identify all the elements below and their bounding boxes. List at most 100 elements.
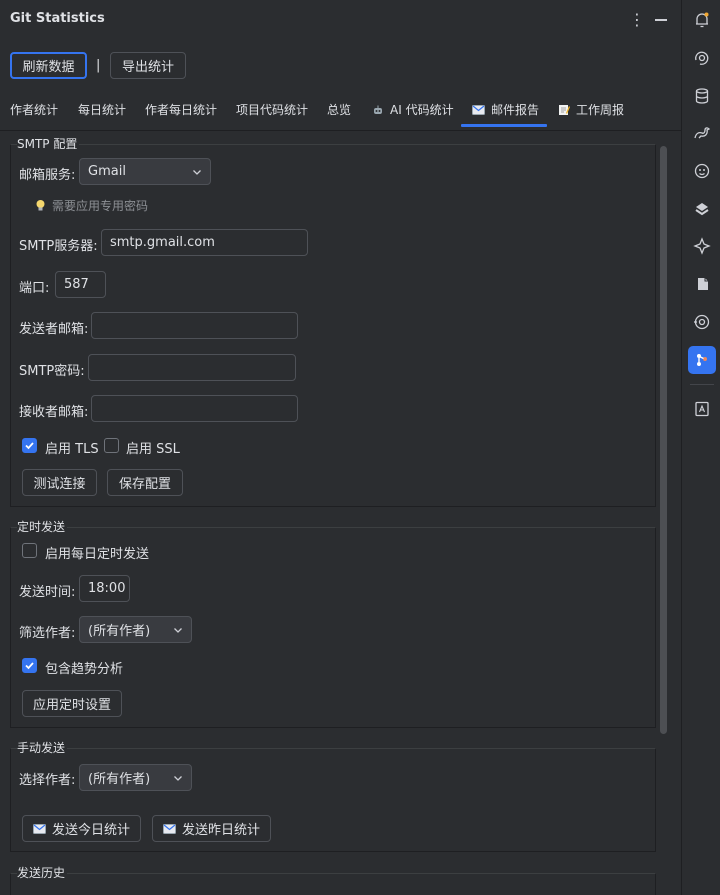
memo-icon — [558, 104, 570, 116]
chevron-down-icon — [173, 773, 183, 783]
robot-icon — [372, 104, 384, 116]
send-yesterday-label: 发送昨日统计 — [181, 823, 260, 838]
daily-schedule-checkbox[interactable] — [22, 543, 37, 558]
port-input[interactable]: 587 — [55, 271, 106, 298]
smtp-config-title: SMTP 配置 — [17, 135, 80, 152]
filter-author-select[interactable]: (所有作者) — [79, 616, 192, 643]
database-icon[interactable] — [688, 82, 716, 110]
tls-checkbox[interactable] — [22, 438, 37, 453]
checkmark-icon — [25, 442, 34, 450]
panel-title: Git Statistics — [10, 11, 105, 26]
tls-label: 启用 TLS — [45, 442, 99, 457]
sender-email-label: 发送者邮箱: — [19, 322, 89, 337]
select-author-value: (所有作者) — [88, 772, 151, 787]
trend-analysis-label: 包含趋势分析 — [45, 662, 124, 677]
receiver-email-input[interactable] — [91, 395, 298, 422]
tab-label: 项目代码统计 — [236, 103, 309, 117]
tab-weekly-report[interactable]: 工作周报 — [558, 101, 624, 118]
git-statistics-icon[interactable] — [688, 346, 716, 374]
tab-label: 作者每日统计 — [145, 103, 218, 117]
schedule-title: 定时发送 — [17, 518, 68, 535]
tab-bar: 作者统计 每日统计 作者每日统计 项目代码统计 总览 AI 代码统计 邮件报告 … — [0, 95, 681, 131]
export-button[interactable]: 导出统计 — [110, 52, 186, 79]
email-icon — [472, 104, 485, 115]
ssl-checkbox[interactable] — [104, 438, 119, 453]
tab-label: 作者统计 — [10, 103, 59, 117]
ssl-label: 启用 SSL — [126, 442, 180, 457]
apply-schedule-button[interactable]: 应用定时设置 — [22, 690, 122, 717]
sidebar-divider — [690, 384, 714, 385]
select-author-label: 选择作者: — [19, 773, 76, 788]
sender-email-input[interactable] — [91, 312, 298, 339]
send-time-label: 发送时间: — [19, 585, 76, 600]
send-history-title: 发送历史 — [17, 864, 68, 881]
smtp-server-value: smtp.gmail.com — [110, 235, 215, 250]
ai-spark-icon[interactable] — [688, 232, 716, 260]
email-icon — [162, 823, 176, 834]
mail-service-value: Gmail — [88, 164, 126, 179]
dictionary-icon[interactable] — [688, 395, 716, 423]
tab-label: 总览 — [327, 103, 352, 117]
test-connection-button[interactable]: 测试连接 — [22, 469, 97, 496]
apply-schedule-label: 应用定时设置 — [32, 698, 111, 713]
daily-schedule-label: 启用每日定时发送 — [45, 547, 150, 562]
smtp-password-label: SMTP密码: — [19, 364, 85, 379]
tool-window-strip — [681, 0, 720, 895]
filter-author-label: 筛选作者: — [19, 626, 76, 641]
send-time-input[interactable]: 18:00 — [79, 575, 130, 602]
tab-label: 工作周报 — [576, 103, 625, 117]
save-config-label: 保存配置 — [118, 477, 171, 492]
tab-daily-stats[interactable]: 每日统计 — [78, 101, 126, 118]
mail-service-select[interactable]: Gmail — [79, 158, 211, 185]
copilot-icon[interactable] — [688, 157, 716, 185]
receiver-email-label: 接收者邮箱: — [19, 405, 89, 420]
scrollbar-thumb[interactable] — [660, 146, 667, 734]
smtp-server-input[interactable]: smtp.gmail.com — [101, 229, 308, 256]
ai-assistant-icon[interactable] — [688, 44, 716, 72]
tab-divider — [0, 130, 681, 131]
test-connection-label: 测试连接 — [33, 477, 86, 492]
app-password-hint: 需要应用专用密码 — [35, 197, 148, 214]
gradle-icon[interactable] — [688, 119, 716, 147]
tab-project-code-stats[interactable]: 项目代码统计 — [236, 101, 308, 118]
minimize-icon[interactable] — [655, 19, 667, 21]
export-button-label: 导出统计 — [121, 60, 174, 75]
send-today-label: 发送今日统计 — [51, 823, 130, 838]
refresh-button[interactable]: 刷新数据 — [10, 52, 87, 79]
target-icon[interactable] — [688, 308, 716, 336]
refresh-button-label: 刷新数据 — [22, 60, 75, 75]
tab-author-daily-stats[interactable]: 作者每日统计 — [145, 101, 217, 118]
send-today-button[interactable]: 发送今日统计 — [22, 815, 141, 842]
tab-label: 每日统计 — [78, 103, 127, 117]
send-time-value: 18:00 — [88, 581, 126, 596]
notifications-icon[interactable] — [688, 6, 716, 34]
email-icon — [32, 823, 46, 834]
tab-label: AI 代码统计 — [390, 103, 454, 117]
plugin-icon[interactable] — [688, 195, 716, 223]
manual-send-title: 手动发送 — [17, 739, 68, 756]
trend-analysis-checkbox[interactable] — [22, 658, 37, 673]
select-author-select[interactable]: (所有作者) — [79, 764, 192, 791]
tab-ai-code-stats[interactable]: AI 代码统计 — [372, 101, 454, 118]
layers-icon[interactable] — [688, 270, 716, 298]
filter-author-value: (所有作者) — [88, 624, 151, 639]
smtp-password-input[interactable] — [88, 354, 296, 381]
tab-overview[interactable]: 总览 — [327, 101, 351, 118]
checkmark-icon — [25, 662, 34, 670]
toolbar-separator: | — [96, 58, 101, 73]
tab-author-stats[interactable]: 作者统计 — [10, 101, 58, 118]
tab-email-report[interactable]: 邮件报告 — [472, 101, 539, 118]
smtp-server-label: SMTP服务器: — [19, 239, 98, 254]
mail-service-label: 邮箱服务: — [19, 168, 76, 183]
save-config-button[interactable]: 保存配置 — [107, 469, 183, 496]
more-vertical-icon[interactable]: ⋮ — [629, 9, 645, 29]
app-password-hint-text: 需要应用专用密码 — [52, 199, 149, 213]
send-history-group — [10, 873, 656, 895]
lightbulb-icon — [35, 199, 46, 212]
port-label: 端口: — [19, 281, 50, 296]
tab-label: 邮件报告 — [491, 103, 540, 117]
send-yesterday-button[interactable]: 发送昨日统计 — [152, 815, 271, 842]
git-statistics-panel: Git Statistics ⋮ 刷新数据 | 导出统计 作者统计 每日统计 作… — [0, 0, 681, 895]
active-tab-indicator — [461, 124, 547, 127]
chevron-down-icon — [173, 625, 183, 635]
